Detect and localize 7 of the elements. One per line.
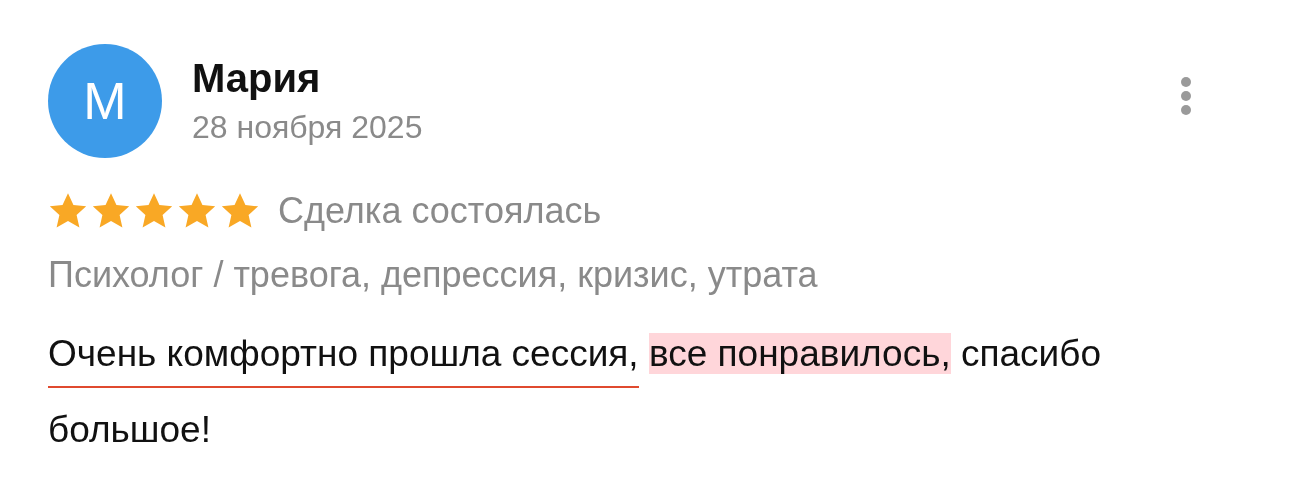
deal-status: Сделка состоялась bbox=[278, 190, 602, 232]
avatar: М bbox=[48, 44, 162, 158]
review-date: 28 ноября 2025 bbox=[192, 109, 424, 146]
more-options-icon[interactable] bbox=[1180, 76, 1192, 116]
service-category: Психолог / тревога, депрессия, кризис, утрата bbox=[48, 254, 819, 296]
author-name: Мария bbox=[192, 56, 322, 101]
review-text: Очень комфортно прошла сессия, все понравилось, спасибо большое! bbox=[48, 332, 1103, 452]
